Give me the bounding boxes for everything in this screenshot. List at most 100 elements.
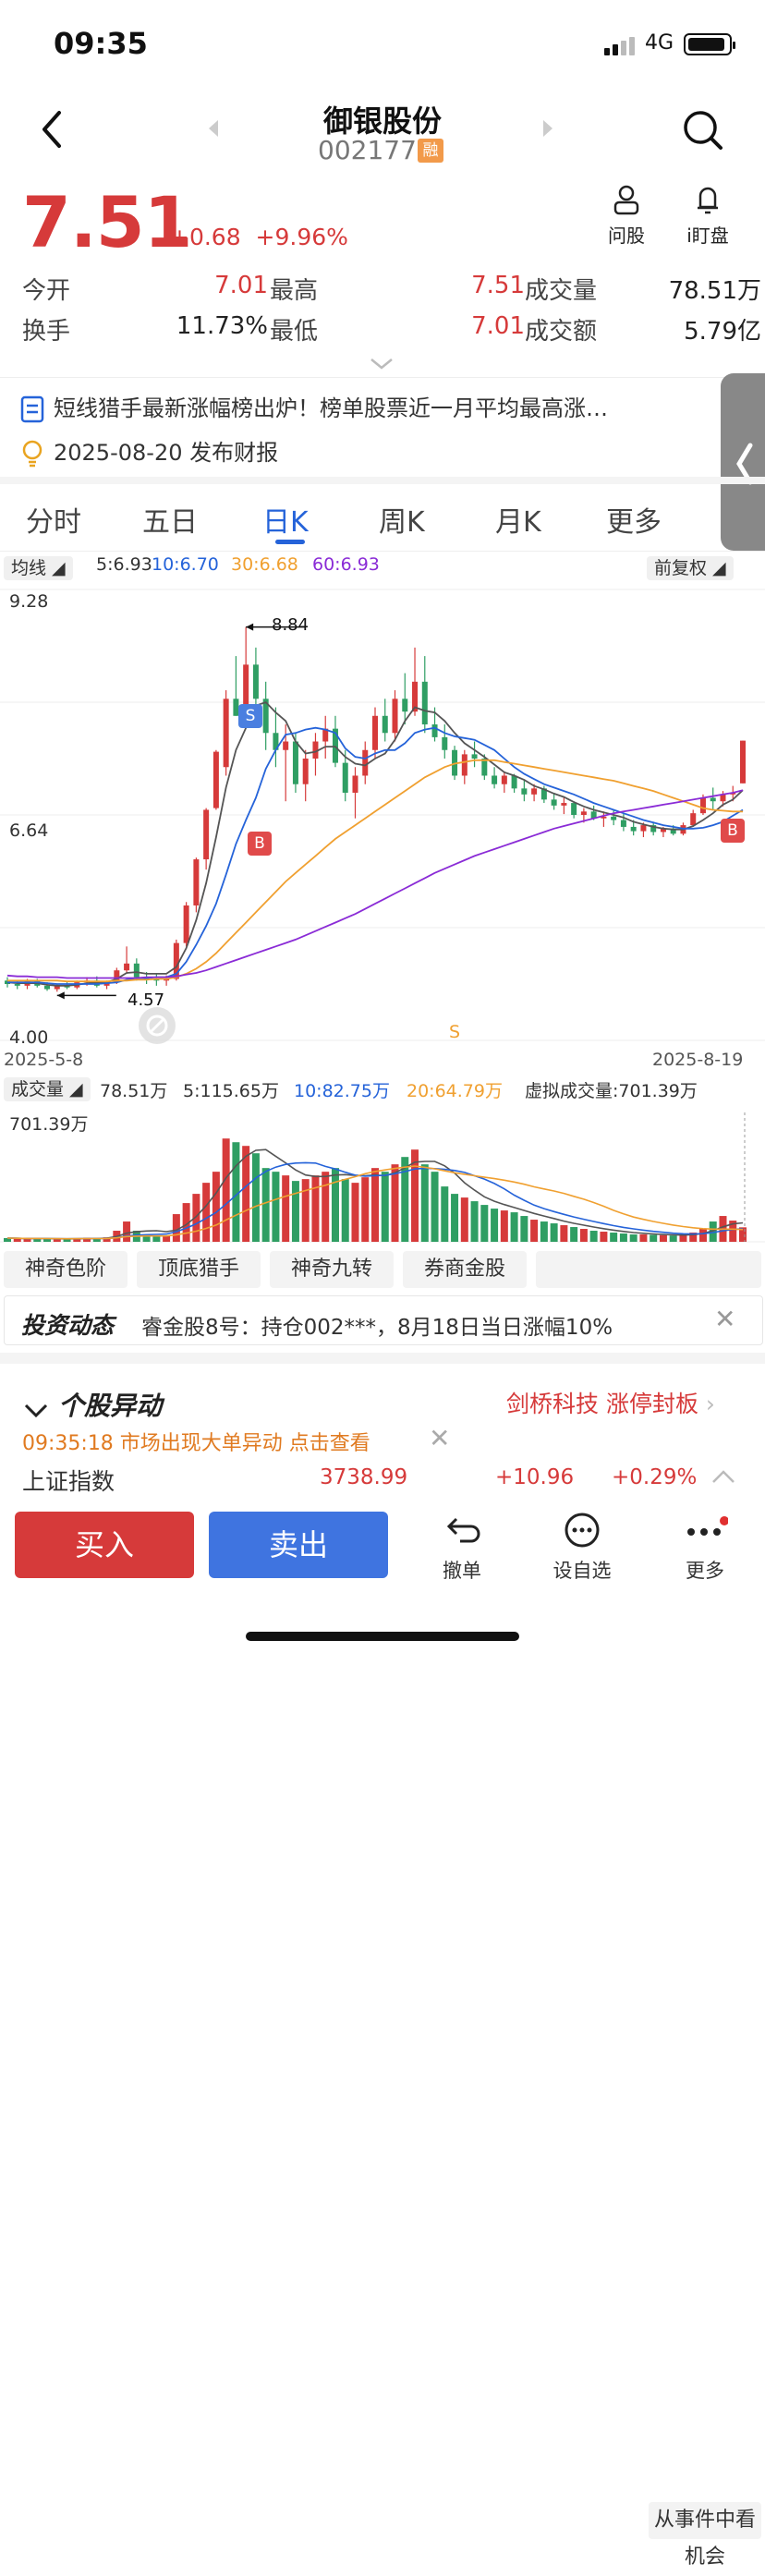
ma-line-10 xyxy=(7,726,744,985)
vol-ma5: 5:115.65万 xyxy=(183,1081,279,1101)
candle-body-57 xyxy=(571,803,577,815)
add-watchlist-icon[interactable] xyxy=(564,1512,601,1552)
buy-button[interactable]: 买入 xyxy=(15,1512,194,1578)
volume-selector-label: 成交量 xyxy=(11,1079,65,1100)
close-icon[interactable]: ✕ xyxy=(714,1304,735,1334)
candle-body-47 xyxy=(471,754,478,759)
buy-signal-marker-latest[interactable]: B xyxy=(721,819,745,843)
sell-button[interactable]: 卖出 xyxy=(209,1512,388,1578)
candle-body-50 xyxy=(501,775,507,784)
volume-bar-2 xyxy=(23,1238,31,1242)
adjust-selector[interactable]: 前复权 ◢ xyxy=(647,554,734,580)
tab-daily-k[interactable]: 日K xyxy=(262,499,309,540)
stock-code: 002177 xyxy=(318,135,417,165)
axis-top-price: 9.28 xyxy=(9,591,49,612)
candle-body-70 xyxy=(699,797,706,814)
index-value: 3738.99 xyxy=(320,1465,408,1489)
network-label: 4G xyxy=(645,31,674,55)
vol-ma10: 10:82.75万 xyxy=(294,1081,390,1101)
tab-intraday[interactable]: 分时 xyxy=(26,499,81,540)
more-icon[interactable] xyxy=(682,1515,729,1547)
search-button[interactable] xyxy=(682,109,724,155)
related-stock-link[interactable]: 剑桥科技 涨停封板 › xyxy=(506,1386,715,1419)
buy-signal-marker[interactable]: B xyxy=(248,832,272,856)
candle-body-18 xyxy=(183,905,189,943)
tab-monthly-k[interactable]: 月K xyxy=(495,499,541,540)
candle-body-25 xyxy=(252,664,259,699)
kline-chart[interactable] xyxy=(0,586,765,1048)
index-change: +10.96 xyxy=(495,1465,575,1489)
open-label: 今开 xyxy=(22,277,71,305)
virtual-volume: 虚拟成交量:701.39万 xyxy=(525,1081,698,1101)
volume-bar-49 xyxy=(491,1209,499,1242)
watch-button[interactable]: i盯盘 xyxy=(671,183,745,248)
candle-body-56 xyxy=(561,803,567,806)
volume-bar-66 xyxy=(659,1234,667,1242)
anomaly-toggle[interactable]: 个股异动 xyxy=(24,1386,162,1423)
candle-body-37 xyxy=(372,715,378,750)
divider xyxy=(0,377,765,378)
volume-bar-21 xyxy=(212,1172,220,1242)
expand-quote-button[interactable] xyxy=(370,357,394,374)
cancel-order-button[interactable]: 撤单 xyxy=(420,1556,504,1584)
volume-bar-47 xyxy=(470,1201,479,1242)
anomaly-title: 个股异动 xyxy=(58,1391,163,1421)
volume-bar-64 xyxy=(639,1234,648,1242)
candle-body-43 xyxy=(431,724,438,737)
invest-news-bar[interactable]: 投资动态 睿金股8号：持仓002***，8月18日当日涨幅10% ✕ xyxy=(4,1295,763,1345)
candle-body-42 xyxy=(421,681,428,725)
volume-bar-55 xyxy=(550,1223,558,1242)
chart-start-date: 2025-5-8 xyxy=(4,1050,84,1070)
volume-bar-57 xyxy=(570,1227,578,1242)
sell-signal-marker[interactable]: S xyxy=(238,704,262,728)
related-stock-text: 剑桥科技 涨停封板 xyxy=(506,1391,698,1417)
ban-icon[interactable] xyxy=(139,1007,176,1044)
alert-text[interactable]: 09:35:18 市场出现大单异动 点击查看 xyxy=(22,1427,370,1456)
volume-bar-50 xyxy=(500,1210,508,1242)
index-expand-button[interactable] xyxy=(711,1469,735,1488)
volume-selector[interactable]: 成交量 ◢ xyxy=(4,1075,91,1101)
volume-bar-68 xyxy=(679,1234,687,1242)
candle-body-40 xyxy=(402,699,408,712)
tag-color-scale[interactable]: 神奇色阶 xyxy=(4,1251,128,1288)
candle-body-28 xyxy=(283,741,289,750)
turnover-value: 11.73% xyxy=(176,312,268,340)
volume-bar-32 xyxy=(322,1172,330,1242)
tag-event-opportunity[interactable]: ◆ 从事件中看机会 xyxy=(536,1251,761,2569)
volume-bar-60 xyxy=(600,1232,608,1242)
status-time: 09:35 xyxy=(54,26,148,61)
candle-body-49 xyxy=(492,775,498,784)
ma-selector[interactable]: 均线 ◢ xyxy=(4,554,73,580)
add-watchlist-button[interactable]: 设自选 xyxy=(540,1556,624,1584)
tab-more[interactable]: 更多 xyxy=(606,499,662,540)
candle-body-52 xyxy=(521,788,528,795)
candle-body-12 xyxy=(124,963,130,971)
trough-arrow-head xyxy=(56,991,65,1000)
high-value: 7.51 xyxy=(471,272,525,299)
candle-body-48 xyxy=(481,759,488,776)
tab-five-day[interactable]: 五日 xyxy=(142,499,198,540)
ma60-value: 60:6.93 xyxy=(312,554,380,575)
tab-weekly-k[interactable]: 周K xyxy=(379,499,425,540)
close-alert-icon[interactable]: ✕ xyxy=(429,1423,450,1453)
candle-body-55 xyxy=(551,799,557,806)
candle-body-1 xyxy=(14,984,20,986)
battery-icon xyxy=(684,33,735,55)
side-panel-toggle[interactable] xyxy=(721,373,765,551)
candle-body-51 xyxy=(511,775,517,789)
volume-bar-44 xyxy=(441,1186,449,1242)
candle-body-39 xyxy=(392,699,398,734)
report-notice[interactable]: 2025-08-20 发布财报 xyxy=(20,434,722,468)
tag-top-bottom[interactable]: 顶底猎手 xyxy=(137,1251,261,1288)
tag-nine-turn[interactable]: 神奇九转 xyxy=(270,1251,394,1288)
undo-icon[interactable] xyxy=(443,1513,480,1550)
volume-bar-63 xyxy=(629,1234,638,1242)
tag-broker-stock[interactable]: 券商金股 xyxy=(403,1251,527,1288)
signal-icon xyxy=(604,37,638,55)
tag-event-label: 从事件中看机会 xyxy=(649,2502,761,2569)
volume-bar-22 xyxy=(222,1138,230,1242)
chevron-down-icon xyxy=(370,358,393,370)
ask-stock-button[interactable]: 问股 xyxy=(589,183,663,248)
more-button[interactable]: 更多 xyxy=(663,1556,747,1584)
news-headline[interactable]: 短线猎手最新涨幅榜出炉！榜单股票近一月平均最高涨… xyxy=(20,390,722,423)
